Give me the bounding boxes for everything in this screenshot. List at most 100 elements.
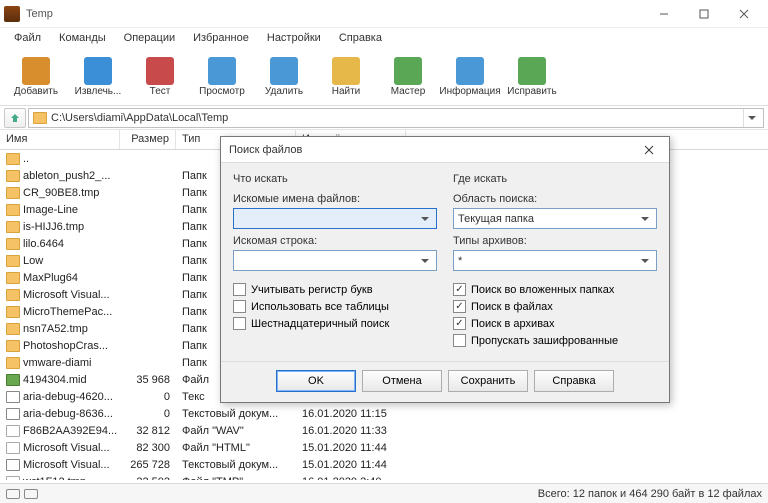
file-name: ableton_push2_... (23, 170, 110, 182)
file-type: Текстовый докум... (176, 459, 296, 471)
types-label: Типы архивов: (453, 235, 657, 247)
help-button[interactable]: Справка (534, 370, 614, 392)
statusbar: Всего: 12 папок и 464 290 байт в 12 файл… (0, 483, 768, 503)
chevron-down-icon[interactable] (418, 217, 432, 221)
list-item[interactable]: Microsoft Visual...265 728Текстовый доку… (0, 456, 768, 473)
tool-icon (518, 57, 546, 85)
tool-найти[interactable]: Найти (318, 57, 374, 97)
tool-label: Удалить (265, 87, 303, 97)
file-name: Low (23, 255, 43, 267)
tool-исправить[interactable]: Исправить (504, 57, 560, 97)
check-all-tables[interactable] (233, 300, 246, 313)
tool-icon (394, 57, 422, 85)
file-size: 32 812 (120, 425, 176, 437)
path-text: C:\Users\diami\AppData\Local\Temp (51, 112, 743, 124)
folder-icon (6, 255, 20, 267)
check-files[interactable] (453, 300, 466, 313)
folder-icon (6, 357, 20, 369)
file-size: 35 968 (120, 374, 176, 386)
titlebar: Temp (0, 0, 768, 28)
dialog-close-button[interactable] (637, 140, 661, 160)
check-hex[interactable] (233, 317, 246, 330)
folder-icon (6, 289, 20, 301)
tool-icon (22, 57, 50, 85)
check-encrypted-label: Пропускать зашифрованные (471, 335, 618, 347)
minimize-button[interactable] (644, 3, 684, 25)
check-tables-label: Использовать все таблицы (251, 301, 389, 313)
dialog-titlebar[interactable]: Поиск файлов (221, 137, 669, 163)
col-size[interactable]: Размер (120, 130, 176, 149)
menu-команды[interactable]: Команды (51, 30, 114, 46)
tool-icon (84, 57, 112, 85)
tool-мастер[interactable]: Мастер (380, 57, 436, 97)
dialog-title: Поиск файлов (229, 144, 637, 156)
string-label: Искомая строка: (233, 235, 437, 247)
chevron-down-icon[interactable] (638, 259, 652, 263)
menu-файл[interactable]: Файл (6, 30, 49, 46)
folder-icon (6, 153, 20, 165)
check-case-label: Учитывать регистр букв (251, 284, 373, 296)
tool-просмотр[interactable]: Просмотр (194, 57, 250, 97)
check-hex-label: Шестнадцатеричный поиск (251, 318, 389, 330)
path-dropdown-button[interactable] (743, 109, 759, 127)
filenames-combo[interactable] (233, 208, 437, 229)
toolbar: Добавить Извлечь...Тест Просмотр Удалить Най… (0, 48, 768, 106)
save-button[interactable]: Сохранить (448, 370, 528, 392)
tool-извлечь[interactable]: Извлечь... (70, 57, 126, 97)
menu-справка[interactable]: Справка (331, 30, 390, 46)
menu-настройки[interactable]: Настройки (259, 30, 329, 46)
file-name: Microsoft Visual... (23, 289, 110, 301)
tool-добавить[interactable]: Добавить (8, 57, 64, 97)
check-archives-label: Поиск в архивах (471, 318, 555, 330)
list-item[interactable]: F86B2AA392E94...32 812Файл "WAV"16.01.20… (0, 422, 768, 439)
chevron-down-icon[interactable] (638, 217, 652, 221)
menu-избранное[interactable]: Избранное (185, 30, 257, 46)
tool-информация[interactable]: Информация (442, 57, 498, 97)
window-title: Temp (26, 8, 644, 20)
col-name[interactable]: Имя (0, 130, 120, 149)
close-button[interactable] (724, 3, 764, 25)
folder-icon (6, 340, 20, 352)
file-name: aria-debug-8636... (23, 408, 113, 420)
check-skip-encrypted[interactable] (453, 334, 466, 347)
status-text: Всего: 12 папок и 464 290 байт в 12 файл… (538, 488, 762, 500)
folder-icon (6, 187, 20, 199)
file-name: wct1F12.tmp (23, 476, 86, 481)
check-archives[interactable] (453, 317, 466, 330)
mid-icon (6, 374, 20, 386)
string-combo[interactable] (233, 250, 437, 271)
file-size: 22 502 (120, 476, 176, 481)
file-name: is-HIJJ6.tmp (23, 221, 84, 233)
where-to-search-label: Где искать (453, 173, 657, 185)
app-icon (4, 6, 20, 22)
folder-icon (6, 170, 20, 182)
menu-операции[interactable]: Операции (116, 30, 183, 46)
tool-удалить[interactable]: Удалить (256, 57, 312, 97)
up-button[interactable] (4, 108, 26, 128)
file-modified: 16.01.2020 2:40 (296, 476, 406, 481)
path-box[interactable]: C:\Users\diami\AppData\Local\Temp (28, 108, 764, 128)
check-subfolders[interactable] (453, 283, 466, 296)
file-name: Microsoft Visual... (23, 442, 110, 454)
tool-label: Добавить (14, 87, 58, 97)
check-case-sensitive[interactable] (233, 283, 246, 296)
tool-label: Информация (439, 87, 500, 97)
file-modified: 15.01.2020 11:44 (296, 459, 406, 471)
chevron-down-icon[interactable] (418, 259, 432, 263)
types-combo[interactable]: * (453, 250, 657, 271)
list-item[interactable]: wct1F12.tmp22 502Файл "TMP"16.01.2020 2:… (0, 473, 768, 480)
tool-label: Просмотр (199, 87, 245, 97)
file-name: PhotoshopCras... (23, 340, 108, 352)
list-item[interactable]: aria-debug-8636...0Текстовый докум...16.… (0, 405, 768, 422)
tool-тест[interactable]: Тест (132, 57, 188, 97)
ok-button[interactable]: OK (276, 370, 356, 392)
tool-icon (332, 57, 360, 85)
file-name: aria-debug-4620... (23, 391, 113, 403)
file-icon (6, 442, 20, 454)
area-combo[interactable]: Текущая папка (453, 208, 657, 229)
maximize-button[interactable] (684, 3, 724, 25)
cancel-button[interactable]: Отмена (362, 370, 442, 392)
list-item[interactable]: Microsoft Visual...82 300Файл "HTML"15.0… (0, 439, 768, 456)
file-name: Microsoft Visual... (23, 459, 110, 471)
tool-icon (146, 57, 174, 85)
